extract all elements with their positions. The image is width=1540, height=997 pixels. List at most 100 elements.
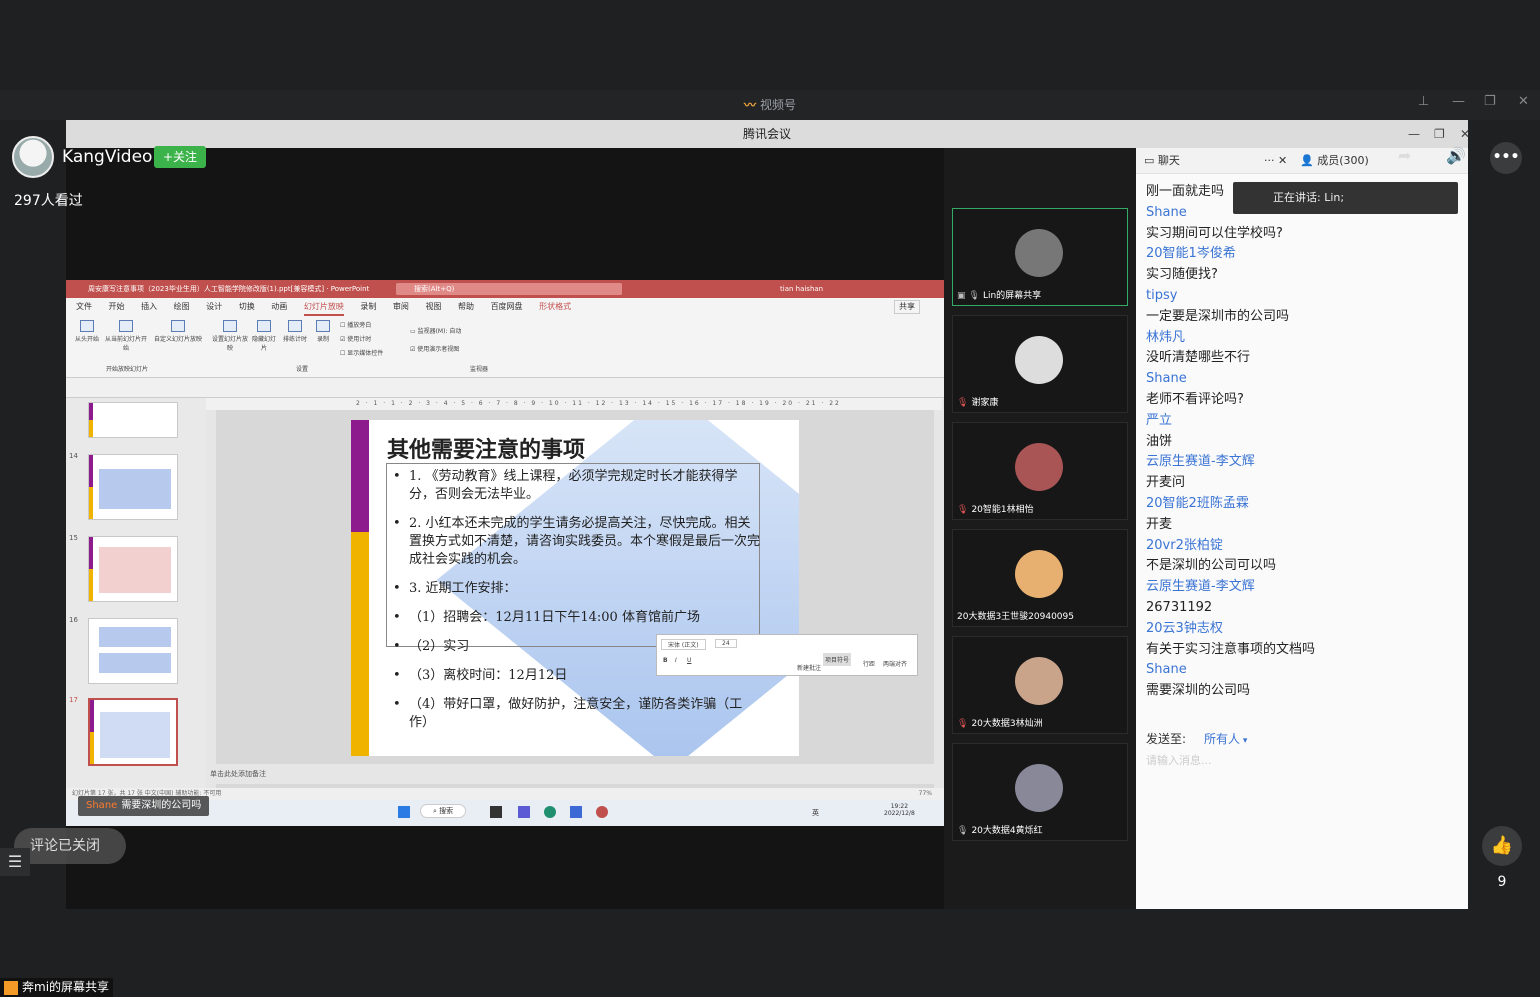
chat-sender[interactable]: 云原生赛道-李文辉 [1146, 452, 1466, 473]
pin-icon[interactable]: ⊥ [1418, 94, 1429, 109]
ribbon-record[interactable]: 录制 [312, 320, 334, 343]
powerpoint-icon[interactable] [596, 806, 608, 818]
monitor-select[interactable]: ▭ 监视器(M): 自动 [410, 326, 461, 335]
menu-view[interactable]: 视图 [425, 298, 441, 316]
presenter-view-check[interactable]: ☑ 使用演示者视图 [410, 344, 459, 353]
menu-design[interactable]: 设计 [206, 298, 222, 316]
menu-insert[interactable]: 插入 [141, 298, 157, 316]
ribbon-check-narration[interactable]: ☐ 播放旁白 [340, 320, 371, 329]
share-button[interactable]: 共享 [894, 300, 920, 314]
video-tile[interactable]: 🎙 20大数据4黄烁红 [952, 743, 1128, 841]
chat-sender[interactable]: Shane [1146, 660, 1466, 681]
chat-sender[interactable]: 严立 [1146, 411, 1466, 432]
ribbon-hide-slide[interactable]: 隐藏幻灯片 [250, 320, 278, 352]
chat-sender[interactable]: 林炜凡 [1146, 328, 1466, 349]
ribbon-rehearse[interactable]: 排练计时 [280, 320, 310, 343]
slide-title[interactable]: 其他需要注意的事项 [387, 432, 585, 464]
horizontal-ruler: 2 · 1 · 1 · 2 · 3 · 4 · 5 · 6 · 7 · 8 · … [206, 398, 942, 410]
like-button[interactable]: 👍 [1482, 826, 1522, 866]
current-slide[interactable]: 其他需要注意的事项 1. 《劳动教育》线上课程，必须学完规定时长才能获得学分，否… [351, 420, 799, 756]
slide-thumbnail[interactable] [88, 618, 178, 684]
menu-slideshow[interactable]: 幻灯片放映 [303, 300, 344, 316]
slide-thumbnail-current[interactable] [88, 698, 178, 766]
bullets-button[interactable]: 项目符号 [823, 653, 852, 666]
meeting-app-icon[interactable] [570, 806, 582, 818]
ribbon-setup[interactable]: 设置幻灯片放映 [210, 320, 250, 352]
streamer-avatar[interactable] [12, 136, 54, 178]
slide-thumbnail[interactable] [88, 454, 178, 520]
group-label: 设置 [296, 366, 309, 373]
taskbar-search[interactable]: ⌕ 搜索 [420, 804, 467, 818]
chat-input[interactable]: 请输入消息... [1146, 752, 1212, 768]
video-tile[interactable]: 🎙 20智能1林相怡 [952, 422, 1128, 520]
line-spacing-button[interactable]: 行距 [863, 659, 875, 668]
menu-transitions[interactable]: 切换 [239, 298, 255, 316]
chat-more-icon[interactable]: ··· ✕ [1264, 148, 1287, 174]
ppt-search-box[interactable]: 搜索(Alt+Q) [396, 283, 622, 295]
notes-pane[interactable]: 单击此处添加备注 [206, 764, 942, 784]
list-icon[interactable]: ☰ [0, 848, 30, 876]
menu-animations[interactable]: 动画 [271, 298, 287, 316]
streamer-name[interactable]: KangVideo [62, 147, 152, 167]
zoom-level[interactable]: 77% [919, 788, 932, 800]
volume-icon[interactable]: 🔊 [1446, 146, 1466, 165]
channel-title-text: 视频号 [760, 98, 797, 112]
video-tile[interactable]: 🎙 谢家康 [952, 315, 1128, 413]
app-icon[interactable] [518, 806, 530, 818]
mic-icon: 🎙 [968, 291, 980, 301]
menu-home[interactable]: 开始 [109, 298, 125, 316]
chat-sender[interactable]: Shane [1146, 369, 1466, 390]
justify-button[interactable]: 两端对齐 [883, 659, 907, 668]
ribbon-from-current[interactable]: 从当前幻灯片开始 [104, 320, 148, 352]
video-tile[interactable]: 20大数据3王世骏20940095 [952, 529, 1128, 627]
menu-help[interactable]: 帮助 [458, 298, 474, 316]
new-comment-button[interactable]: 新建批注 [797, 663, 821, 672]
size-select[interactable]: 24 [715, 639, 737, 648]
menu-shape-format[interactable]: 形状格式 [539, 298, 571, 316]
restore-button[interactable]: ❐ [1484, 94, 1496, 109]
follow-button[interactable]: +关注 [154, 146, 206, 168]
menu-review[interactable]: 审阅 [393, 298, 409, 316]
chat-sender[interactable]: 云原生赛道-李文辉 [1146, 577, 1466, 598]
slide-thumbnail[interactable] [88, 536, 178, 602]
close-button[interactable]: ✕ [1518, 94, 1529, 109]
chat-tab[interactable]: ▭ 聊天 [1144, 148, 1180, 174]
video-tile[interactable]: ▣ 🎙 Lin的屏幕共享 [952, 208, 1128, 306]
italic-icon[interactable]: I [675, 657, 677, 664]
meeting-close-button[interactable]: ✕ [1460, 120, 1470, 148]
ribbon-check-media[interactable]: ☐ 显示媒体控件 [340, 348, 383, 357]
recipient-select[interactable]: 所有人 [1204, 732, 1240, 746]
chat-sender[interactable]: 20智能1岑俊希 [1146, 244, 1466, 265]
task-view-icon[interactable] [490, 806, 502, 818]
minimize-button[interactable]: — [1452, 94, 1465, 109]
menu-file[interactable]: 文件 [76, 298, 92, 316]
mic-muted-icon: 🎙 [957, 398, 969, 408]
chat-message: 没听清楚哪些不行 [1146, 350, 1251, 366]
ime-indicator[interactable]: 英 [812, 808, 819, 818]
menu-baidu[interactable]: 百度网盘 [491, 298, 523, 316]
slide-body[interactable]: 1. 《劳动教育》线上课程，必须学完规定时长才能获得学分，否则会无法毕业。 2.… [391, 468, 761, 743]
chat-message: 需要深圳的公司吗 [1146, 683, 1251, 699]
meeting-restore-button[interactable]: ❐ [1434, 120, 1445, 148]
chat-sender[interactable]: 20vr2张柏锭 [1146, 536, 1466, 557]
chat-sender[interactable]: 20云3钟志权 [1146, 619, 1466, 640]
edge-icon[interactable] [544, 806, 556, 818]
ribbon-check-timing[interactable]: ☑ 使用计时 [340, 334, 371, 343]
bold-icon[interactable]: B [663, 657, 668, 664]
underline-icon[interactable]: U [687, 657, 691, 664]
more-button[interactable]: ••• [1490, 142, 1522, 174]
font-select[interactable]: 宋体 (正文) [661, 639, 706, 650]
video-tile[interactable]: 🎙 20大数据3林灿洲 [952, 636, 1128, 734]
share-icon[interactable]: ➦ [1398, 146, 1411, 165]
ribbon-from-start[interactable]: 从头开始 [70, 320, 104, 343]
meeting-minimize-button[interactable]: — [1408, 120, 1420, 148]
slide-thumbnail[interactable] [88, 402, 178, 438]
chat-sender[interactable]: tipsy [1146, 286, 1466, 307]
members-tab[interactable]: 👤 成员(300) [1300, 148, 1369, 174]
menu-record[interactable]: 录制 [360, 298, 376, 316]
chat-sender[interactable]: 20智能2班陈孟霖 [1146, 494, 1466, 515]
menu-draw[interactable]: 绘图 [174, 298, 190, 316]
ribbon-custom-show[interactable]: 自定义幻灯片放映 [154, 320, 202, 343]
windows-start-icon[interactable] [398, 806, 410, 818]
participant-label: 20大数据3林灿洲 [971, 719, 1043, 729]
